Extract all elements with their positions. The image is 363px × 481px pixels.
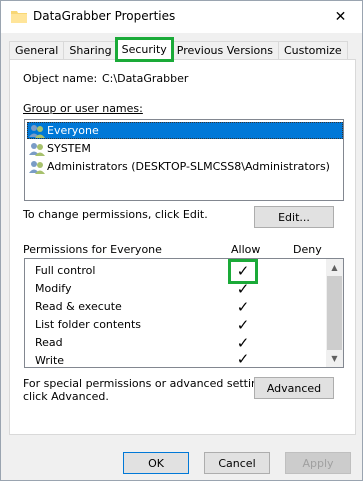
user-name: SYSTEM (47, 142, 91, 155)
permissions-list: Full control ✓ Modify ✓ Read & execute ✓… (24, 258, 344, 368)
permission-modify: Modify (35, 282, 72, 295)
permission-read-execute: Read & execute (35, 300, 122, 313)
tab-general[interactable]: General (9, 41, 65, 60)
scroll-down-icon[interactable]: ▼ (326, 350, 343, 367)
group-names-label: Group or user names: (23, 102, 143, 115)
list-item-everyone[interactable]: Everyone (27, 122, 343, 139)
allow-check-icon: ✓ (236, 280, 250, 298)
deny-header: Deny (293, 243, 322, 256)
allow-header: Allow (231, 243, 261, 256)
object-name-value: C:\DataGrabber (102, 72, 189, 85)
object-name-label: Object name: (23, 72, 98, 85)
special-permissions-text-line2: click Advanced. (23, 390, 109, 403)
permission-full-control: Full control (35, 264, 96, 277)
close-button[interactable]: ✕ (319, 1, 362, 33)
folder-icon (11, 11, 27, 23)
list-item-administrators[interactable]: Administrators (DESKTOP-SLMCSS8\Administ… (27, 158, 330, 175)
allow-check-icon: ✓ (236, 350, 250, 368)
ok-button[interactable]: OK (123, 452, 189, 474)
special-permissions-text-line1: For special permissions or advanced sett… (23, 377, 275, 390)
properties-window: DataGrabber Properties ✕ General Sharing… (0, 0, 363, 481)
tab-previous-versions[interactable]: Previous Versions (170, 41, 279, 60)
advanced-button[interactable]: Advanced (254, 377, 334, 399)
tab-customize[interactable]: Customize (277, 41, 348, 60)
change-permissions-text: To change permissions, click Edit. (23, 208, 208, 221)
tab-strip: General Sharing Security Previous Versio… (9, 37, 348, 62)
cancel-button[interactable]: Cancel (204, 452, 270, 474)
user-name: Administrators (DESKTOP-SLMCSS8\Administ… (47, 160, 330, 173)
edit-button[interactable]: Edit... (254, 206, 334, 228)
permission-read: Read (35, 336, 63, 349)
tab-sharing[interactable]: Sharing (63, 41, 118, 60)
users-icon (29, 124, 45, 138)
permission-list-folder-contents: List folder contents (35, 318, 141, 331)
users-icon (29, 160, 45, 174)
security-panel: Object name: C:\DataGrabber Group or use… (9, 59, 356, 435)
permissions-label: Permissions for Everyone (23, 243, 162, 256)
allow-check-icon: ✓ (236, 262, 250, 280)
window-title: DataGrabber Properties (33, 9, 176, 23)
users-icon (29, 142, 45, 156)
scroll-thumb[interactable] (327, 276, 342, 350)
list-item-system[interactable]: SYSTEM (27, 140, 91, 157)
permissions-scrollbar[interactable]: ▲ ▼ (326, 259, 343, 367)
allow-check-icon: ✓ (236, 298, 250, 316)
tab-security[interactable]: Security (114, 37, 174, 62)
title-bar[interactable]: DataGrabber Properties ✕ (1, 1, 362, 33)
allow-check-icon: ✓ (236, 316, 250, 334)
user-name: Everyone (47, 124, 99, 137)
user-list[interactable]: Everyone SYSTEM Administrators (DESKTOP-… (24, 119, 344, 201)
permission-write: Write (35, 354, 65, 367)
apply-button[interactable]: Apply (285, 452, 351, 474)
scroll-up-icon[interactable]: ▲ (326, 259, 343, 276)
